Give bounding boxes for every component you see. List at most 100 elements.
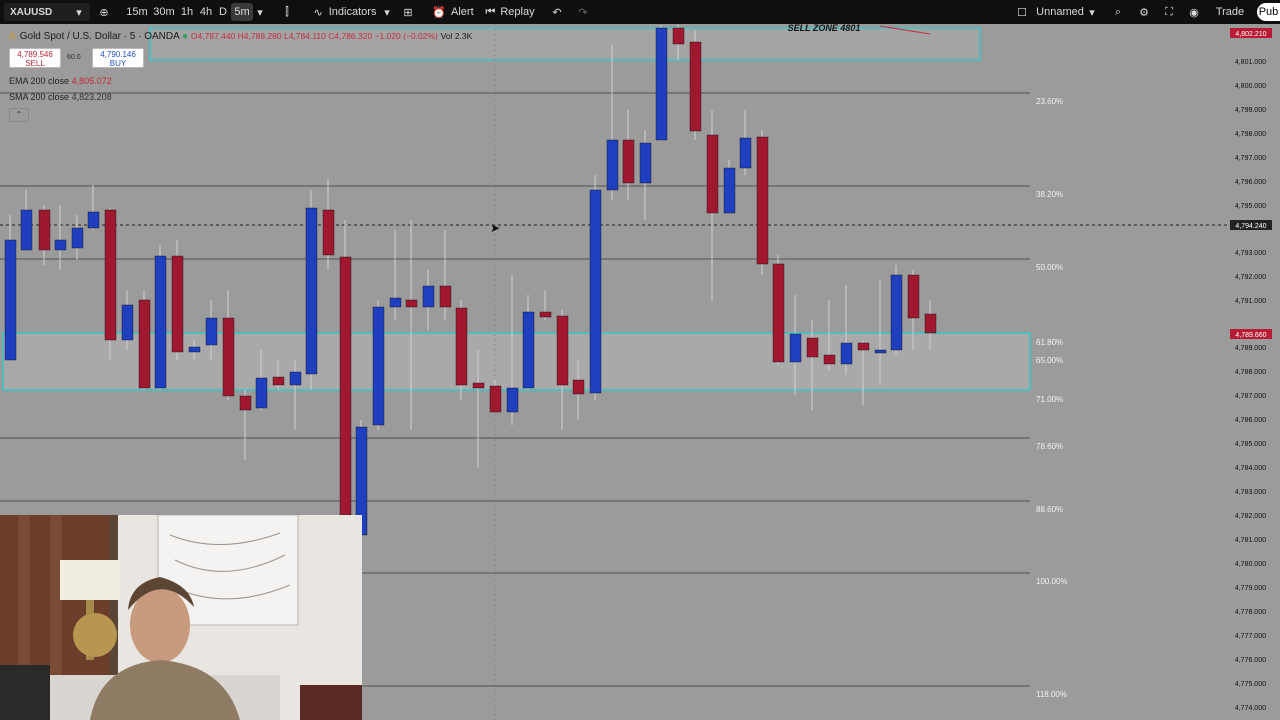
replay-button[interactable]: ⏮ Replay xyxy=(484,0,536,24)
price-axis-label: 4,793.000 xyxy=(1235,250,1266,257)
ema-name: EMA 200 close xyxy=(9,76,70,86)
fullscreen-icon[interactable]: ⛶ xyxy=(1160,0,1178,24)
ema-indicator-legend[interactable]: EMA 200 close 4,805.072 xyxy=(9,76,112,86)
fib-label: 50.00% xyxy=(1036,263,1063,272)
candle-body xyxy=(539,311,552,318)
price-axis-label: 4,785.000 xyxy=(1235,441,1266,448)
layout-checkbox-icon[interactable]: ☐ xyxy=(1014,0,1030,24)
replay-icon: ⏮ xyxy=(485,5,496,18)
candle-body xyxy=(339,256,352,516)
price-axis-label: 4,780.000 xyxy=(1235,561,1266,568)
sell-price: 4,789.546 xyxy=(17,50,53,59)
price-axis-label: 4,777.000 xyxy=(1235,633,1266,640)
candle-body xyxy=(455,307,468,386)
interval-4h[interactable]: 4h xyxy=(197,0,215,24)
fib-label: 88.60% xyxy=(1036,505,1063,514)
price-axis-label: 4,792.000 xyxy=(1235,274,1266,281)
price-axis-label: 4,796.000 xyxy=(1235,179,1266,186)
interval-30m[interactable]: 30m xyxy=(151,0,177,24)
candle-body xyxy=(840,342,853,365)
candle-body xyxy=(857,342,870,351)
undo-icon[interactable]: ↶ xyxy=(550,0,564,24)
candle-body xyxy=(655,27,668,141)
candles-icon[interactable]: ⫿ xyxy=(278,0,296,24)
trade-button[interactable]: Trade xyxy=(1210,0,1250,24)
candle-body xyxy=(874,349,887,354)
search-icon[interactable]: ⌕ xyxy=(1110,0,1126,24)
candle-body xyxy=(322,209,335,256)
price-axis-label: 4,783.000 xyxy=(1235,489,1266,496)
legend-volume: Vol 2.3K xyxy=(440,31,473,41)
camera-icon[interactable]: ◉ xyxy=(1186,0,1202,24)
candle-body xyxy=(806,337,819,358)
sell-label: SELL xyxy=(25,59,45,68)
candle-body xyxy=(689,41,702,132)
candle-body xyxy=(389,297,402,308)
price-axis-label: 4,782.000 xyxy=(1235,513,1266,520)
collapse-legend-icon[interactable]: ⌃ xyxy=(9,108,29,122)
candle-body xyxy=(422,285,435,308)
sell-button[interactable]: 4,789.546 SELL xyxy=(9,48,61,68)
candle-body xyxy=(222,317,235,397)
price-axis-label: 4,775.000 xyxy=(1235,681,1266,688)
indicators-label: Indicators xyxy=(328,6,377,18)
webcam-image xyxy=(0,515,362,720)
layout-name[interactable]: Unnamed xyxy=(1034,0,1086,24)
chart-legend: ⚠ Gold Spot / U.S. Dollar · 5 · OANDA ● … xyxy=(8,31,472,42)
candle-body xyxy=(87,211,100,229)
symbol-dropdown-icon[interactable]: ▾ xyxy=(72,0,86,24)
legend-warning-icon: ⚠ xyxy=(8,31,17,42)
candle-body xyxy=(188,346,201,353)
interval-d[interactable]: D xyxy=(217,0,229,24)
webcam-overlay xyxy=(0,515,362,720)
candle-body xyxy=(372,306,385,426)
interval-dropdown-icon[interactable]: ▾ xyxy=(254,0,266,24)
candle-body xyxy=(489,385,502,413)
indicators-button[interactable]: ∿ Indicators xyxy=(310,0,380,24)
candle-body xyxy=(556,315,569,386)
interval-label: 15m xyxy=(126,6,148,18)
price-axis-label: 4,799.000 xyxy=(1235,107,1266,114)
interval-15m[interactable]: 15m xyxy=(125,0,149,24)
candle-body xyxy=(138,299,151,389)
candle-body xyxy=(890,274,903,351)
candle-body xyxy=(789,333,802,363)
price-axis-label: 4,779.000 xyxy=(1235,585,1266,592)
candle-body xyxy=(205,317,218,346)
fib-label: 118.00% xyxy=(1036,690,1067,699)
candle-body xyxy=(239,395,252,411)
fib-label: 38.20% xyxy=(1036,190,1063,199)
sell-zone-label: SELL ZONE 4801 xyxy=(788,24,861,33)
candle-body xyxy=(289,371,302,386)
candle-body xyxy=(522,311,535,389)
interval-1h[interactable]: 1h xyxy=(179,0,195,24)
indicators-dropdown-icon[interactable]: ▾ xyxy=(381,0,393,24)
sma-name: SMA 200 close xyxy=(9,92,70,102)
candle-body xyxy=(439,285,452,308)
redo-icon[interactable]: ↷ xyxy=(576,0,590,24)
buy-button[interactable]: 4,790.146 BUY xyxy=(92,48,144,68)
candle-body xyxy=(756,136,769,265)
alert-icon: ⏰ xyxy=(432,6,447,19)
price-axis-label: 4,786.000 xyxy=(1235,417,1266,424)
interval-label: 30m xyxy=(153,6,175,18)
alert-button[interactable]: ⏰ Alert xyxy=(430,0,476,24)
interval-label: D xyxy=(219,6,227,18)
sma-indicator-legend[interactable]: SMA 200 close 4,823.208 xyxy=(9,92,112,102)
candle-body xyxy=(907,274,920,319)
price-axis-label: 4,789.000 xyxy=(1235,345,1266,352)
price-axis-label: 4,776.000 xyxy=(1235,657,1266,664)
publish-button[interactable]: Pub xyxy=(1257,3,1280,21)
interval-5m[interactable]: 5m xyxy=(231,3,253,21)
layout-grid-icon[interactable]: ⊞ xyxy=(400,0,416,24)
price-axis-label: 4,787.000 xyxy=(1235,393,1266,400)
add-symbol-icon[interactable]: ⊕ xyxy=(96,0,112,24)
replay-label: Replay xyxy=(500,6,535,18)
gear-icon[interactable]: ⚙ xyxy=(1136,0,1152,24)
layout-dropdown-icon[interactable]: ▾ xyxy=(1086,0,1098,24)
price-axis-label: 4,778.000 xyxy=(1235,609,1266,616)
candle-body xyxy=(589,189,602,394)
fib-label: 78.60% xyxy=(1036,442,1063,451)
candle-body xyxy=(121,304,134,341)
interval-label: 5m xyxy=(234,6,250,18)
